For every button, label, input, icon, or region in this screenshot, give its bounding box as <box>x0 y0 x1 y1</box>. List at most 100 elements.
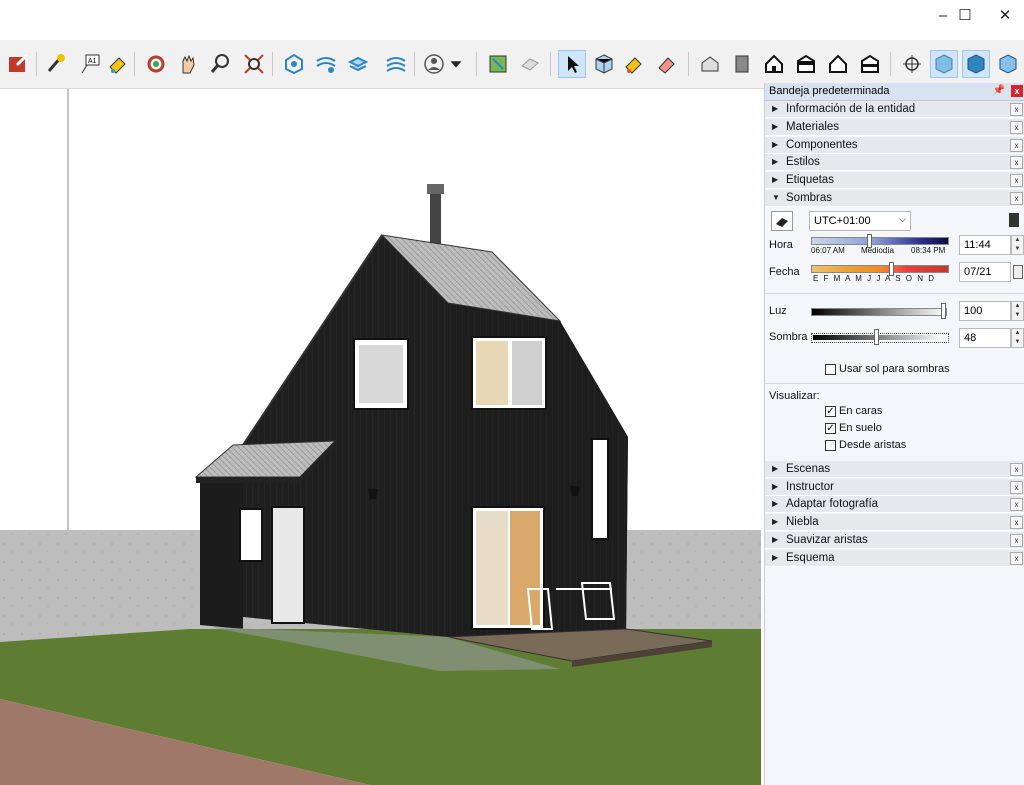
from-edges-checkbox[interactable] <box>825 440 836 451</box>
panel-match-photo[interactable]: ▶ Adaptar fotografía x <box>765 496 1024 513</box>
shadow-slider-thumb[interactable] <box>874 329 879 345</box>
paint-icon[interactable] <box>104 50 132 78</box>
tray-close-button[interactable]: x <box>1011 85 1023 97</box>
house-scene <box>0 89 761 785</box>
paint-bucket-icon[interactable] <box>620 50 648 78</box>
panel-outliner[interactable]: ▶ Esquema x <box>765 550 1024 567</box>
panel-close-button[interactable]: x <box>1010 481 1023 494</box>
back-view-icon[interactable] <box>824 50 852 78</box>
iso-view-icon[interactable] <box>696 50 724 78</box>
model-viewport[interactable] <box>0 89 761 785</box>
select-icon[interactable] <box>558 50 586 78</box>
light-input[interactable]: 100 <box>959 301 1011 321</box>
light-slider-thumb[interactable] <box>941 303 946 319</box>
calendar-icon[interactable] <box>1013 265 1023 279</box>
expand-arrow-icon: ▶ <box>772 499 779 508</box>
position-camera-icon[interactable] <box>898 50 926 78</box>
default-tray: Bandeja predeterminada 📌 x ▶ Información… <box>764 83 1024 785</box>
terrain-icon[interactable] <box>382 50 410 78</box>
panel-shadows[interactable]: ▼ Sombras x <box>765 190 1024 207</box>
main-toolbar: A1 <box>0 40 1024 89</box>
panel-instructor[interactable]: ▶ Instructor x <box>765 479 1024 496</box>
light-slider[interactable] <box>811 308 947 316</box>
gable-window <box>591 438 609 540</box>
panel-entity-info[interactable]: ▶ Información de la entidad x <box>765 101 1024 118</box>
expand-arrow-icon: ▶ <box>772 140 779 149</box>
account-icon[interactable] <box>420 50 448 78</box>
panel-fog[interactable]: ▶ Niebla x <box>765 514 1024 531</box>
left-view-icon[interactable] <box>856 50 884 78</box>
hora-label: Hora <box>769 239 793 251</box>
fecha-label: Fecha <box>769 266 800 278</box>
text-icon[interactable]: A1 <box>76 50 104 78</box>
date-input[interactable]: 07/21 <box>959 262 1011 282</box>
right-view-icon[interactable] <box>792 50 820 78</box>
photo-texture-icon[interactable] <box>516 50 544 78</box>
eraser-icon[interactable] <box>652 50 680 78</box>
expand-arrow-icon: ▶ <box>772 553 779 562</box>
timezone-select[interactable]: UTC+01:00 ⌵ <box>809 211 911 231</box>
solid-tools-icon[interactable] <box>280 50 308 78</box>
details-toggle-icon[interactable] <box>1009 213 1019 227</box>
shadow-input[interactable]: 48 <box>959 328 1011 348</box>
top-view-icon[interactable] <box>728 50 756 78</box>
front-view-icon[interactable] <box>760 50 788 78</box>
chevron-down-icon: ⌵ <box>899 214 906 224</box>
expand-arrow-icon: ▶ <box>772 535 779 544</box>
panel-close-button[interactable]: x <box>1010 103 1023 116</box>
pan-icon[interactable] <box>174 50 202 78</box>
layers-icon[interactable] <box>344 50 372 78</box>
instructor-icon[interactable] <box>4 50 32 78</box>
panel-close-button[interactable]: x <box>1010 534 1023 547</box>
pin-icon[interactable]: 📌 <box>993 85 1005 96</box>
collapse-arrow-icon: ▼ <box>772 193 780 202</box>
panel-close-button[interactable]: x <box>1010 156 1023 169</box>
close-window-button[interactable]: ✕ <box>982 0 1024 30</box>
panel-materials[interactable]: ▶ Materiales x <box>765 119 1024 136</box>
light-spinner[interactable]: ▲ ▼ <box>1011 301 1024 321</box>
svg-text:A1: A1 <box>88 58 97 65</box>
panel-scenes[interactable]: ▶ Escenas x <box>765 461 1024 478</box>
zoom-icon[interactable] <box>206 50 234 78</box>
time-slider[interactable] <box>811 237 949 245</box>
panel-close-button[interactable]: x <box>1010 192 1023 205</box>
expand-arrow-icon: ▶ <box>772 122 779 131</box>
expand-arrow-icon: ▶ <box>772 482 779 491</box>
tray-title: Bandeja predeterminada <box>769 85 890 97</box>
shaded-icon[interactable] <box>962 50 990 78</box>
panel-close-button[interactable]: x <box>1010 121 1023 134</box>
panel-close-button[interactable]: x <box>1010 174 1023 187</box>
expand-arrow-icon: ▶ <box>772 517 779 526</box>
time-spinner[interactable]: ▲ ▼ <box>1011 235 1024 255</box>
panel-close-button[interactable]: x <box>1010 552 1023 565</box>
xray-icon[interactable] <box>930 50 958 78</box>
panel-soften-edges[interactable]: ▶ Suavizar aristas x <box>765 532 1024 549</box>
component-icon[interactable] <box>590 50 618 78</box>
map-icon[interactable] <box>484 50 512 78</box>
date-slider[interactable] <box>811 265 949 273</box>
zoom-extents-icon[interactable] <box>240 50 268 78</box>
on-faces-checkbox[interactable]: ✓ <box>825 406 836 417</box>
panel-tags[interactable]: ▶ Etiquetas x <box>765 172 1024 189</box>
tray-title-bar: Bandeja predeterminada 📌 x <box>765 83 1024 101</box>
sombra-label: Sombra <box>769 331 808 343</box>
expand-arrow-icon: ▶ <box>772 157 779 166</box>
monochrome-icon[interactable] <box>994 50 1022 78</box>
panel-close-button[interactable]: x <box>1010 463 1023 476</box>
panel-styles[interactable]: ▶ Estilos x <box>765 154 1024 171</box>
tape-measure-icon[interactable] <box>42 50 70 78</box>
chevron-down-icon[interactable] <box>446 50 466 78</box>
shadow-toggle-button[interactable] <box>771 211 793 231</box>
panel-close-button[interactable]: x <box>1010 516 1023 529</box>
on-ground-checkbox[interactable]: ✓ <box>825 423 836 434</box>
time-input[interactable]: 11:44 <box>959 235 1011 255</box>
sandbox-icon[interactable] <box>312 50 340 78</box>
title-bar: – ☐ ✕ <box>0 0 1024 40</box>
panel-close-button[interactable]: x <box>1010 139 1023 152</box>
panel-close-button[interactable]: x <box>1010 498 1023 511</box>
shadow-spinner[interactable]: ▲ ▼ <box>1011 328 1024 348</box>
expand-arrow-icon: ▶ <box>772 104 779 113</box>
panel-components[interactable]: ▶ Componentes x <box>765 137 1024 154</box>
orbit-icon[interactable] <box>142 50 170 78</box>
use-sun-checkbox[interactable] <box>825 364 836 375</box>
